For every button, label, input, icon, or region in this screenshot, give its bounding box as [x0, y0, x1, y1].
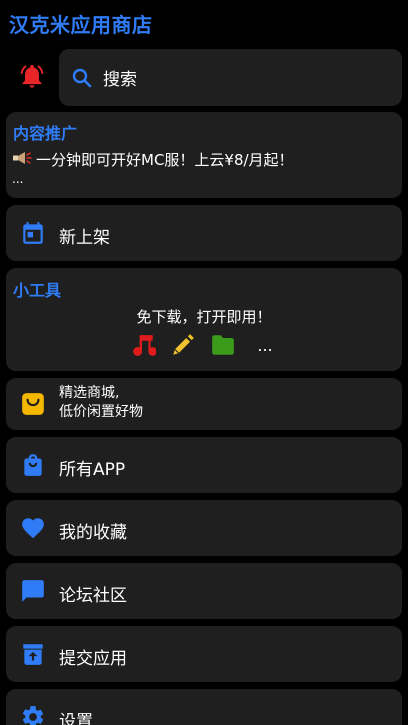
pen-icon[interactable]	[170, 332, 196, 358]
favorites-label: 我的收藏	[59, 523, 127, 543]
tools-more[interactable]: ...	[252, 336, 278, 355]
mall-line-2: 低价闲置好物	[59, 404, 143, 420]
gear-icon	[19, 703, 47, 725]
tools-subtitle: 免下载，打开即用！	[136, 308, 272, 326]
all-apps-label: 所有APP	[59, 460, 126, 480]
menu-item-submit-app[interactable]: 提交应用	[6, 626, 402, 682]
bell-icon	[20, 64, 44, 88]
upload-box-icon	[19, 640, 47, 668]
tools-icon-row: ...	[130, 332, 278, 358]
promo-text: 一分钟即可开好MC服！上云¥8/月起！	[36, 151, 294, 169]
promo-title: 内容推广	[13, 124, 78, 143]
search-icon	[69, 65, 95, 91]
mall-text: 精选商城, 低价闲置好物	[59, 384, 143, 422]
promo-card[interactable]: 内容推广 一分钟即可开好MC服！上云¥8/月起！ ...	[6, 112, 402, 198]
folder-icon[interactable]	[210, 332, 236, 358]
megaphone-icon	[12, 150, 32, 170]
notification-bell-button[interactable]	[14, 58, 50, 94]
menu-item-forum[interactable]: 论坛社区	[6, 563, 402, 619]
new-arrivals-label: 新上架	[59, 228, 110, 248]
shopping-bag-outline-icon	[19, 451, 47, 479]
menu-item-all-apps[interactable]: 所有APP	[6, 437, 402, 493]
shopping-bag-icon	[19, 390, 47, 418]
tools-title: 小工具	[13, 281, 62, 300]
heart-icon	[19, 514, 47, 542]
tools-card: 小工具 免下载，打开即用！ ...	[6, 268, 402, 371]
menu-item-favorites[interactable]: 我的收藏	[6, 500, 402, 556]
menu-item-mall[interactable]: 精选商城, 低价闲置好物	[6, 378, 402, 430]
forum-label: 论坛社区	[59, 586, 127, 606]
settings-label: 设置	[59, 712, 93, 725]
search-label: 搜索	[103, 70, 137, 90]
menu-item-new-arrivals[interactable]: 新上架	[6, 205, 402, 261]
music-note-icon[interactable]	[130, 332, 156, 358]
menu-item-settings[interactable]: 设置	[6, 689, 402, 725]
submit-app-label: 提交应用	[59, 649, 127, 669]
mall-line-1: 精选商城,	[59, 385, 120, 401]
promo-more: ...	[12, 172, 24, 186]
calendar-icon	[19, 219, 47, 247]
search-bar[interactable]: 搜索	[59, 49, 402, 106]
promo-content: 一分钟即可开好MC服！上云¥8/月起！	[12, 149, 294, 170]
app-title: 汉克米应用商店	[9, 13, 153, 37]
chat-icon	[19, 577, 47, 605]
